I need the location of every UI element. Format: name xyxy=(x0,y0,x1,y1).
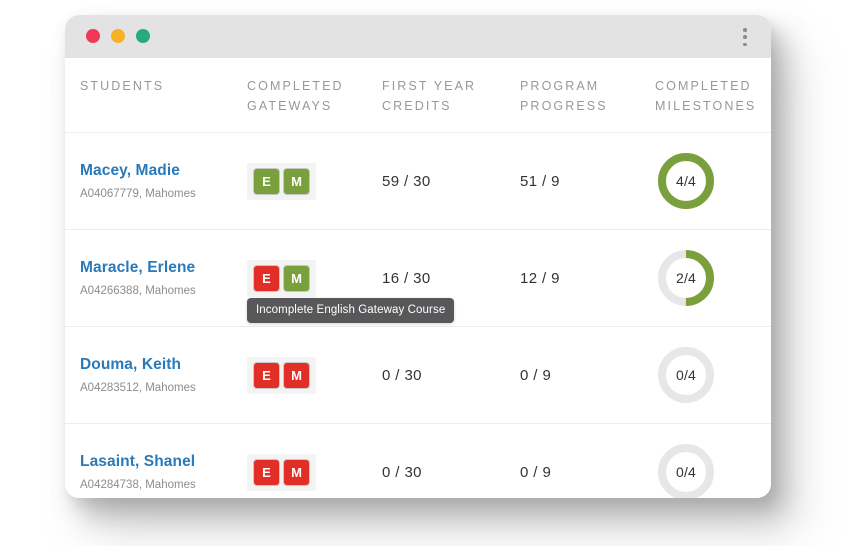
gateways-cell: EM xyxy=(247,453,382,491)
first-year-credits-value: 0 / 30 xyxy=(382,463,422,481)
gateway-badge-math-complete[interactable]: M xyxy=(284,168,309,194)
table-row[interactable]: Maracle, Erlene A04266388, Mahomes E M 16 / … xyxy=(65,230,771,327)
gateway-badge-math-complete[interactable]: M xyxy=(284,265,309,291)
maximize-window-icon[interactable] xyxy=(136,29,150,43)
gateways-cell: EM xyxy=(247,162,382,200)
student-name-link[interactable]: Lasaint, Shanel xyxy=(80,452,247,471)
kebab-dot-1 xyxy=(743,28,747,32)
gateway-badge-group: EM xyxy=(247,356,316,394)
milestone-progress-ring: 2/4 xyxy=(655,247,717,309)
gateway-tooltip: Incomplete English Gateway Course xyxy=(247,298,455,323)
program-progress-value: 0 / 9 xyxy=(520,366,552,384)
gateway-badge-group: EM xyxy=(247,259,316,297)
gateways-cell: EM xyxy=(247,356,382,394)
gateway-badge-group: EM xyxy=(247,162,316,200)
browser-window-card: STUDENTS COMPLETED GATEWAYS FIRST YEAR C… xyxy=(65,15,771,498)
column-header-students: STUDENTS xyxy=(80,79,165,93)
gateway-badge-english-incomplete[interactable]: E xyxy=(254,362,279,388)
gateway-badge-math-incomplete[interactable]: M xyxy=(284,362,309,388)
milestone-count-label: 2/4 xyxy=(675,270,697,286)
milestone-count-label: 0/4 xyxy=(675,464,697,480)
milestones-cell: 0/4 xyxy=(655,344,771,406)
column-header-milestones: COMPLETED MILESTONES xyxy=(655,79,757,113)
first-year-credits-value: 0 / 30 xyxy=(382,366,422,384)
column-header-gateways: COMPLETED GATEWAYS xyxy=(247,79,344,113)
gateway-badge-english-incomplete[interactable]: E xyxy=(254,459,279,485)
kebab-dot-3 xyxy=(743,42,747,46)
milestones-cell: 0/4 xyxy=(655,441,771,498)
table-row[interactable]: Douma, Keith A04283512, Mahomes E M 0 / 30 0 … xyxy=(65,327,771,424)
student-cell: Douma, Keith A04283512, Mahomes xyxy=(65,355,247,395)
minimize-window-icon[interactable] xyxy=(111,29,125,43)
gateways-cell: EM xyxy=(247,259,382,297)
program-progress-value: 51 / 9 xyxy=(520,172,560,190)
first-year-credits-value: 16 / 30 xyxy=(382,269,431,287)
column-header-credits: FIRST YEAR CREDITS xyxy=(382,79,477,113)
gateway-badge-math-incomplete[interactable]: M xyxy=(284,459,309,485)
table-body: Macey, Madie A04067779, Mahomes E M 59 / 30 5… xyxy=(65,133,771,498)
milestones-cell: 4/4 xyxy=(655,150,771,212)
column-header-progress: PROGRAM PROGRESS xyxy=(520,79,608,113)
milestone-count-label: 4/4 xyxy=(675,173,697,189)
student-id-and-school: A04266388, Mahomes xyxy=(80,285,196,297)
table-row[interactable]: Lasaint, Shanel A04284738, Mahomes E M 0 / 3… xyxy=(65,424,771,498)
table-header-row: STUDENTS COMPLETED GATEWAYS FIRST YEAR C… xyxy=(65,58,771,133)
milestone-count-label: 0/4 xyxy=(675,367,697,383)
kebab-menu-icon[interactable] xyxy=(736,27,754,47)
first-year-credits-value: 59 / 30 xyxy=(382,172,431,190)
milestone-progress-ring: 4/4 xyxy=(655,150,717,212)
gateway-badge-group: EM xyxy=(247,453,316,491)
student-cell: Lasaint, Shanel A04284738, Mahomes xyxy=(65,452,247,492)
gateway-badge-english-complete[interactable]: E xyxy=(254,168,279,194)
program-progress-value: 0 / 9 xyxy=(520,463,552,481)
kebab-dot-2 xyxy=(743,35,747,39)
window-controls xyxy=(86,29,150,43)
student-id-and-school: A04283512, Mahomes xyxy=(80,382,196,394)
milestones-cell: 2/4 xyxy=(655,247,771,309)
milestone-progress-ring: 0/4 xyxy=(655,441,717,498)
student-name-link[interactable]: Macey, Madie xyxy=(80,161,247,180)
window-title-bar xyxy=(65,15,771,58)
student-id-and-school: A04067779, Mahomes xyxy=(80,188,196,200)
student-progress-table: STUDENTS COMPLETED GATEWAYS FIRST YEAR C… xyxy=(65,58,771,498)
student-cell: Maracle, Erlene A04266388, Mahomes xyxy=(65,258,247,298)
student-name-link[interactable]: Maracle, Erlene xyxy=(80,258,247,277)
student-name-link[interactable]: Douma, Keith xyxy=(80,355,247,374)
milestone-progress-ring: 0/4 xyxy=(655,344,717,406)
close-window-icon[interactable] xyxy=(86,29,100,43)
student-id-and-school: A04284738, Mahomes xyxy=(80,479,196,491)
gateway-badge-english-incomplete[interactable]: E xyxy=(254,265,279,291)
table-row[interactable]: Macey, Madie A04067779, Mahomes E M 59 / 30 5… xyxy=(65,133,771,230)
student-cell: Macey, Madie A04067779, Mahomes xyxy=(65,161,247,201)
program-progress-value: 12 / 9 xyxy=(520,269,560,287)
